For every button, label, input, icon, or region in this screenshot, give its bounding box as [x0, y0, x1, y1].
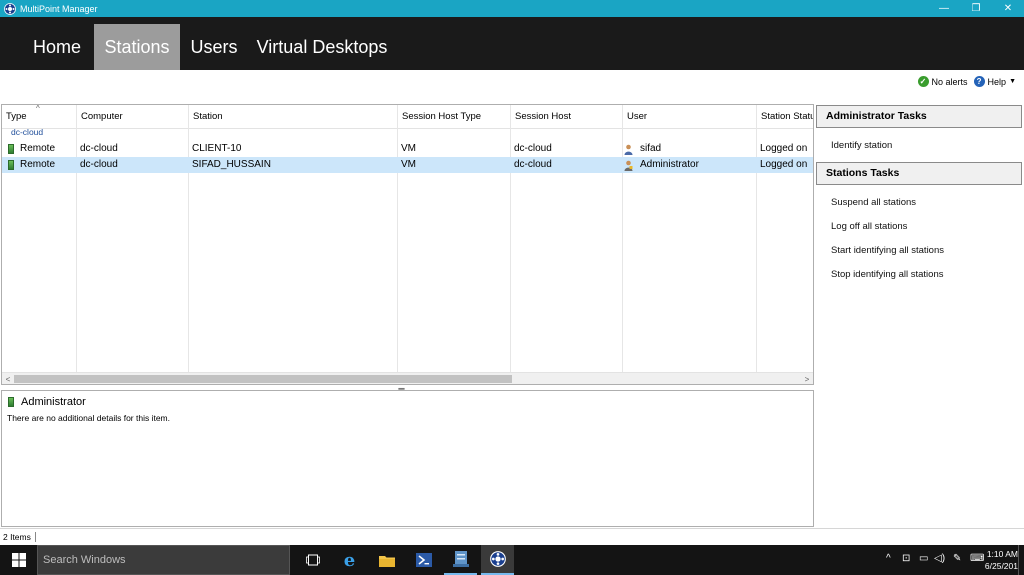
clock-time: 1:10 AM — [986, 549, 1018, 559]
help-menu[interactable]: ? Help ▼ — [973, 76, 1016, 87]
administrator-tasks-header: Administrator Tasks — [816, 105, 1022, 128]
pen-icon[interactable]: ✎ — [953, 553, 961, 564]
tab-users[interactable]: Users — [182, 24, 246, 70]
cell-session-host: dc-cloud — [514, 143, 552, 154]
cell-computer: dc-cloud — [80, 143, 118, 154]
scrollbar-thumb[interactable] — [14, 375, 512, 383]
horizontal-scrollbar[interactable]: < > — [2, 372, 813, 384]
grid-header: Type ^ Computer Station Session Host Typ… — [2, 105, 813, 129]
cell-session-host: dc-cloud — [514, 159, 552, 170]
minimize-button[interactable]: — — [928, 0, 960, 17]
sort-ascending-icon: ^ — [36, 104, 40, 113]
log-off-all-stations-link[interactable]: Log off all stations — [831, 221, 907, 232]
restore-button[interactable]: ❐ — [960, 0, 992, 17]
column-user[interactable]: User — [623, 105, 755, 129]
multipoint-manager-taskbar-icon[interactable] — [481, 545, 514, 575]
clock-date: 6/25/201 — [984, 561, 1018, 571]
stations-grid: Type ^ Computer Station Session Host Typ… — [1, 104, 814, 385]
alerts-label: No alerts — [931, 76, 968, 87]
details-pane: Administrator There are no additional de… — [1, 390, 814, 527]
table-row[interactable]: Remote dc-cloud CLIENT-10 VM dc-cloud si… — [2, 141, 813, 157]
details-note: There are no additional details for this… — [7, 413, 171, 423]
stop-identifying-all-stations-link[interactable]: Stop identifying all stations — [831, 269, 943, 280]
cell-type: Remote — [8, 157, 55, 173]
volume-icon[interactable]: ◁) — [934, 553, 945, 564]
windows-taskbar: Search Windows e ^ ⊡ ▭ ◁) ✎ ⌨ 1:10 AM 6/… — [0, 545, 1024, 575]
keyboard-icon[interactable]: ⌨ — [970, 553, 984, 564]
server-manager-icon[interactable] — [444, 545, 477, 575]
title-bar: MultiPoint Manager — ❐ ✕ — [0, 0, 1024, 17]
search-box[interactable]: Search Windows — [37, 545, 290, 575]
cell-station-status: Logged on — [760, 143, 808, 154]
tasks-pane: Administrator Tasks Identify station Sta… — [816, 104, 1024, 528]
alerts-status[interactable]: ✓ No alerts — [917, 76, 968, 87]
network-icon[interactable]: ▭ — [919, 553, 928, 564]
column-session-host[interactable]: Session Host — [511, 105, 621, 129]
status-bar: 2 Items — [0, 528, 1024, 545]
table-row-selected[interactable]: Remote dc-cloud SIFAD_HUSSAIN VM dc-clou… — [2, 157, 813, 173]
cell-computer: dc-cloud — [80, 159, 118, 170]
station-icon — [8, 144, 14, 154]
cell-session-host-type: VM — [401, 159, 416, 170]
close-button[interactable]: ✕ — [992, 0, 1024, 17]
check-icon: ✓ — [917, 76, 929, 87]
station-icon — [8, 397, 14, 407]
details-title: Administrator — [21, 396, 86, 408]
stations-tasks-header: Stations Tasks — [816, 162, 1022, 185]
help-label: Help — [987, 76, 1007, 87]
cell-station: CLIENT-10 — [192, 143, 242, 154]
help-icon: ? — [973, 76, 985, 87]
group-header-link[interactable]: dc-cloud — [11, 127, 43, 137]
alerts-bar: ✓ No alerts ? Help ▼ — [917, 76, 1016, 87]
cell-station: SIFAD_HUSSAIN — [192, 159, 271, 170]
windows-logo-icon — [11, 553, 26, 567]
task-view-icon[interactable] — [296, 545, 329, 575]
edge-browser-icon[interactable]: e — [333, 545, 366, 575]
dropdown-arrow-icon: ▼ — [1009, 78, 1016, 85]
cell-session-host-type: VM — [401, 143, 416, 154]
cell-user: Administrator — [624, 157, 699, 173]
column-computer[interactable]: Computer — [77, 105, 187, 129]
start-identifying-all-stations-link[interactable]: Start identifying all stations — [831, 245, 944, 256]
multipoint-app-icon — [4, 2, 16, 15]
show-desktop-button[interactable] — [1018, 545, 1024, 575]
tab-virtual-desktops[interactable]: Virtual Desktops — [252, 24, 392, 70]
admin-user-icon — [624, 160, 633, 171]
identify-station-link[interactable]: Identify station — [831, 140, 892, 151]
cell-user: sifad — [624, 141, 661, 157]
suspend-all-stations-link[interactable]: Suspend all stations — [831, 197, 916, 208]
window-title: MultiPoint Manager — [20, 3, 98, 14]
scroll-left-arrow-icon[interactable]: < — [2, 373, 14, 384]
user-icon — [624, 144, 633, 155]
cell-type: Remote — [8, 141, 55, 157]
chevron-up-icon[interactable]: ^ — [886, 553, 891, 564]
item-count: 2 Items — [3, 532, 36, 542]
file-explorer-icon[interactable] — [370, 545, 403, 575]
main-nav: Home Stations Users Virtual Desktops — [0, 17, 1024, 70]
station-icon — [8, 160, 14, 170]
tab-home[interactable]: Home — [24, 24, 90, 70]
column-session-host-type[interactable]: Session Host Type — [398, 105, 508, 129]
powershell-icon[interactable] — [407, 545, 440, 575]
column-station-status[interactable]: Station Statu — [757, 105, 813, 129]
cell-station-status: Logged on — [760, 159, 808, 170]
column-station[interactable]: Station — [189, 105, 397, 129]
action-center-icon[interactable]: ⊡ — [902, 553, 910, 564]
details-header: Administrator — [8, 396, 86, 408]
tab-stations[interactable]: Stations — [94, 24, 180, 70]
system-clock[interactable]: 1:10 AM 6/25/201 — [985, 548, 1018, 572]
scroll-right-arrow-icon[interactable]: > — [801, 373, 813, 384]
start-button[interactable] — [0, 545, 37, 575]
